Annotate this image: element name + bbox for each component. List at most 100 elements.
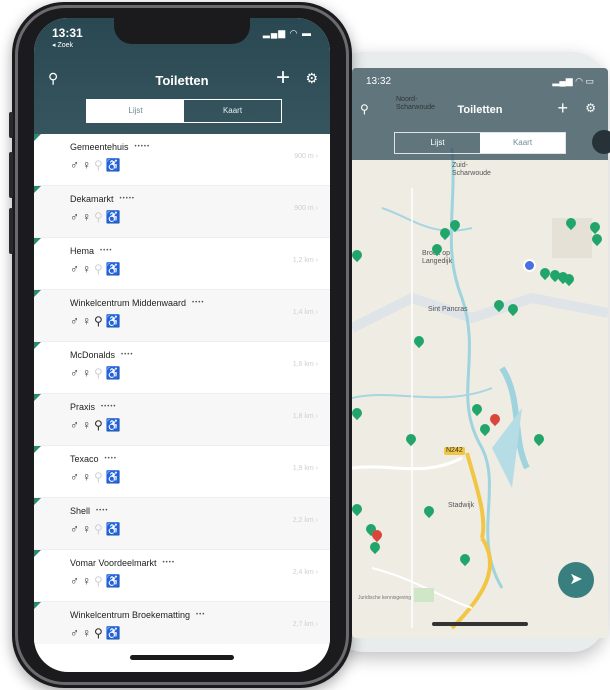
- facility-icons: ♂ ♀ ⚲ ♿: [70, 262, 124, 276]
- women-toilet-icon: ♀: [82, 470, 91, 484]
- toilet-name-text: Praxis: [70, 402, 96, 412]
- list-item[interactable]: Shell •••• ♂ ♀ ⚲ ♿ 2,2 km ›: [34, 498, 330, 550]
- status-time: 13:31: [52, 26, 83, 40]
- wheelchair-icon: ♿: [105, 522, 121, 536]
- chevron-right-icon: ›: [313, 153, 318, 160]
- chevron-right-icon: ›: [313, 517, 318, 524]
- toilet-name: Winkelcentrum Broekematting •••: [70, 610, 205, 620]
- map-label-zuid-scharwoude: Zuid- Scharwoude: [452, 162, 491, 177]
- toilet-name-text: Gemeentehuis: [70, 142, 129, 152]
- distance-label: 900 m ›: [294, 205, 318, 212]
- map-attribution[interactable]: Juridische kennisgeving: [358, 594, 411, 602]
- back-to-search-link[interactable]: ◂ Zoek: [52, 41, 73, 49]
- add-icon[interactable]: +: [557, 98, 568, 119]
- map-label-noord-scharwoude: Noord- Scharwoude: [396, 96, 435, 111]
- map-screen: 13:32 ▂▄▆ ◠ ▭ ⚲ Toiletten + ⚙ Lijst Kaar…: [352, 68, 608, 638]
- baby-change-icon: ⚲: [94, 314, 103, 328]
- status-icons: ▂▄▆ ◠ ▬: [262, 28, 312, 38]
- women-toilet-icon: ♀: [82, 522, 91, 536]
- home-indicator: [432, 622, 528, 626]
- chevron-right-icon: ›: [313, 569, 318, 576]
- toilet-name: Dekamarkt •••••: [70, 194, 135, 204]
- distance-value: 900 m: [294, 153, 314, 160]
- map-label-stadwijk: Stadwijk: [448, 502, 475, 509]
- toilet-name-text: Hema: [70, 246, 95, 256]
- road-label: N242: [444, 447, 465, 455]
- baby-change-icon: ⚲: [94, 210, 103, 224]
- list-screen: 13:31 ◂ Zoek ▂▄▆ ◠ ▬ ⚲ Toiletten + ⚙ Lij…: [34, 18, 330, 672]
- toilet-name-text: Texaco: [70, 454, 99, 464]
- distance-label: 1,2 km ›: [293, 257, 318, 264]
- list-item[interactable]: Gemeentehuis ••••• ♂ ♀ ⚲ ♿ 900 m ›: [34, 134, 330, 186]
- chevron-right-icon: ›: [313, 205, 318, 212]
- toilet-name-text: McDonalds: [70, 350, 116, 360]
- baby-change-icon: ⚲: [94, 574, 103, 588]
- wheelchair-icon: ♿: [105, 158, 121, 172]
- list-item[interactable]: Praxis ••••• ♂ ♀ ⚲ ♿ 1,8 km ›: [34, 394, 330, 446]
- wheelchair-icon: ♿: [105, 626, 121, 640]
- baby-change-icon: ⚲: [94, 418, 103, 432]
- gear-icon[interactable]: ⚙: [305, 70, 318, 87]
- facility-icons: ♂ ♀ ⚲ ♿: [70, 626, 124, 640]
- chevron-right-icon: ›: [313, 309, 318, 316]
- men-toilet-icon: ♂: [70, 262, 79, 276]
- men-toilet-icon: ♂: [70, 314, 79, 328]
- toilet-name-text: Vomar Voordeelmarkt: [70, 558, 157, 568]
- facility-icons: ♂ ♀ ⚲ ♿: [70, 522, 124, 536]
- list-item[interactable]: Dekamarkt ••••• ♂ ♀ ⚲ ♿ 900 m ›: [34, 186, 330, 238]
- rating-stars: ••••: [96, 508, 109, 514]
- list-item[interactable]: McDonalds •••• ♂ ♀ ⚲ ♿ 1,6 km ›: [34, 342, 330, 394]
- wheelchair-icon: ♿: [105, 314, 121, 328]
- distance-label: 1,8 km ›: [293, 413, 318, 420]
- toilet-list[interactable]: Gemeentehuis ••••• ♂ ♀ ⚲ ♿ 900 m › Dekamarkt •••…: [34, 134, 330, 644]
- facility-icons: ♂ ♀ ⚲ ♿: [70, 366, 124, 380]
- front-phone: 13:31 ◂ Zoek ▂▄▆ ◠ ▬ ⚲ Toiletten + ⚙ Lij…: [9, 2, 352, 688]
- gear-icon[interactable]: ⚙: [585, 101, 596, 115]
- baby-change-icon: ⚲: [94, 262, 103, 276]
- distance-value: 2,2 km: [292, 517, 314, 524]
- distance-label: 2,4 km ›: [293, 569, 318, 576]
- map-app-header: 13:32 ▂▄▆ ◠ ▭ ⚲ Toiletten + ⚙ Lijst Kaar…: [352, 68, 608, 160]
- list-item[interactable]: Hema •••• ♂ ♀ ⚲ ♿ 1,2 km ›: [34, 238, 330, 290]
- tab-list[interactable]: Lijst: [87, 100, 184, 122]
- facility-icons: ♂ ♀ ⚲ ♿: [70, 470, 124, 484]
- men-toilet-icon: ♂: [70, 366, 79, 380]
- toilet-name: Gemeentehuis •••••: [70, 142, 150, 152]
- page-title: Toiletten: [457, 104, 503, 116]
- add-icon[interactable]: +: [276, 64, 290, 92]
- women-toilet-icon: ♀: [82, 158, 91, 172]
- toilet-name: Texaco ••••: [70, 454, 117, 464]
- chevron-right-icon: ›: [313, 413, 318, 420]
- wheelchair-icon: ♿: [105, 210, 121, 224]
- list-item[interactable]: Vomar Voordeelmarkt •••• ♂ ♀ ⚲ ♿ 2,4 km ›: [34, 550, 330, 602]
- women-toilet-icon: ♀: [82, 418, 91, 432]
- list-item[interactable]: Texaco •••• ♂ ♀ ⚲ ♿ 1,9 km ›: [34, 446, 330, 498]
- navigate-icon[interactable]: ➤: [558, 562, 594, 598]
- home-indicator: [130, 655, 234, 660]
- chevron-right-icon: ›: [313, 257, 318, 264]
- women-toilet-icon: ♀: [82, 626, 91, 640]
- distance-value: 1,6 km: [292, 361, 314, 368]
- toilet-name: Shell ••••: [70, 506, 108, 516]
- list-item[interactable]: Winkelcentrum Middenwaard •••• ♂ ♀ ⚲ ♿ 1,4 km …: [34, 290, 330, 342]
- tab-map[interactable]: Kaart: [480, 133, 565, 153]
- facility-icons: ♂ ♀ ⚲ ♿: [70, 158, 124, 172]
- wheelchair-icon: ♿: [105, 366, 121, 380]
- rating-stars: ••••: [104, 456, 117, 462]
- tab-map[interactable]: Kaart: [184, 100, 281, 122]
- distance-label: 1,4 km ›: [293, 309, 318, 316]
- distance-value: 1,9 km: [292, 465, 314, 472]
- facility-icons: ♂ ♀ ⚲ ♿: [70, 574, 124, 588]
- wheelchair-icon: ♿: [105, 418, 121, 432]
- women-toilet-icon: ♀: [82, 262, 91, 276]
- view-switch: Lijst Kaart: [86, 99, 282, 123]
- tab-list[interactable]: Lijst: [395, 133, 480, 153]
- toilet-name-text: Shell: [70, 506, 91, 516]
- distance-label: 900 m ›: [294, 153, 318, 160]
- women-toilet-icon: ♀: [82, 210, 91, 224]
- toilet-name-text: Winkelcentrum Middenwaard: [70, 298, 187, 308]
- rating-stars: •••••: [119, 196, 136, 202]
- list-item[interactable]: Winkelcentrum Broekematting ••• ♂ ♀ ⚲ ♿ 2,7 km…: [34, 602, 330, 644]
- women-toilet-icon: ♀: [82, 574, 91, 588]
- distance-label: 1,6 km ›: [293, 361, 318, 368]
